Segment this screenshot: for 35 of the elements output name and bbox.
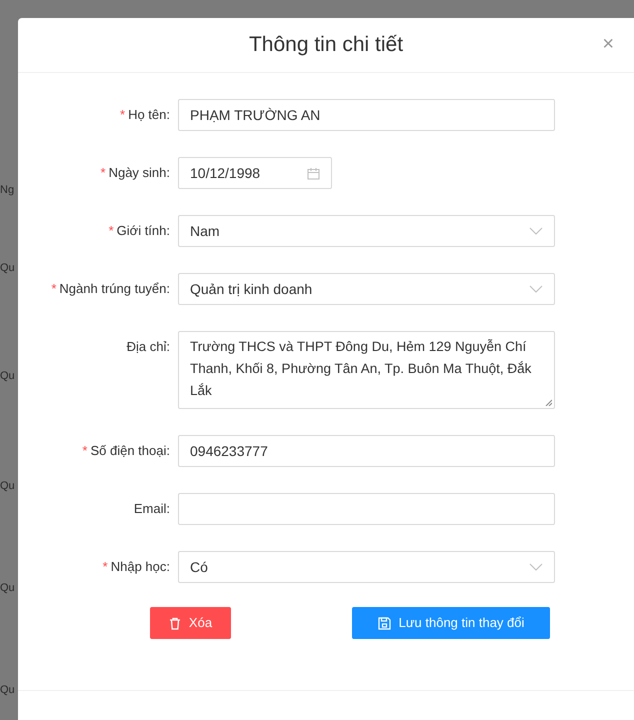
- table-cell-text: Qu: [0, 261, 16, 276]
- required-mark: *: [102, 558, 108, 576]
- field-label: Họ tên:: [128, 106, 170, 124]
- field-label: Ngày sinh:: [108, 164, 170, 182]
- resize-handle-icon: [545, 399, 552, 406]
- field-label: Email:: [134, 500, 170, 518]
- address-field[interactable]: Trường THCS và THPT Đông Du, Hẻm 129 Nguyễn Chí Thanh, Khối 8, Phường Tân An, Tp. Buôn Ma Thuột, Đắk Lắk: [178, 331, 555, 409]
- table-cell-text: Qu: [0, 369, 16, 384]
- select-field[interactable]: Có: [178, 551, 555, 583]
- required-mark: *: [51, 280, 56, 298]
- required-mark: *: [120, 106, 126, 124]
- field-label: Ngành trúng tuyển:: [59, 280, 170, 298]
- select-field[interactable]: Quản trị kinh doanh: [178, 273, 555, 305]
- chevron-down-icon: [529, 227, 543, 235]
- field-label: Số điện thoại:: [90, 442, 170, 460]
- modal-title: Thông tin chi tiết: [248, 32, 404, 58]
- text-field[interactable]: PHẠM TRƯỜNG AN: [178, 99, 555, 131]
- required-mark: *: [100, 164, 106, 182]
- trash-icon: [168, 616, 181, 630]
- calendar-icon: [307, 166, 320, 180]
- chevron-down-icon: [529, 563, 543, 571]
- field-label: Giới tính:: [116, 222, 170, 240]
- date-field[interactable]: 10/12/1998: [178, 157, 332, 189]
- required-mark: *: [108, 222, 114, 240]
- table-cell-text: Qu: [0, 683, 16, 698]
- select-field[interactable]: Nam: [178, 215, 555, 247]
- table-cell-text: Ng: [0, 183, 16, 198]
- chevron-down-icon: [529, 285, 543, 293]
- required-mark: *: [82, 442, 88, 460]
- field-label: Nhập học:: [110, 558, 170, 576]
- text-field[interactable]: [178, 493, 555, 525]
- table-cell-text: Qu: [0, 581, 16, 596]
- field-label: Địa chỉ:: [126, 338, 170, 356]
- text-field[interactable]: 0946233777: [178, 435, 555, 467]
- table-cell-text: Qu: [0, 479, 16, 494]
